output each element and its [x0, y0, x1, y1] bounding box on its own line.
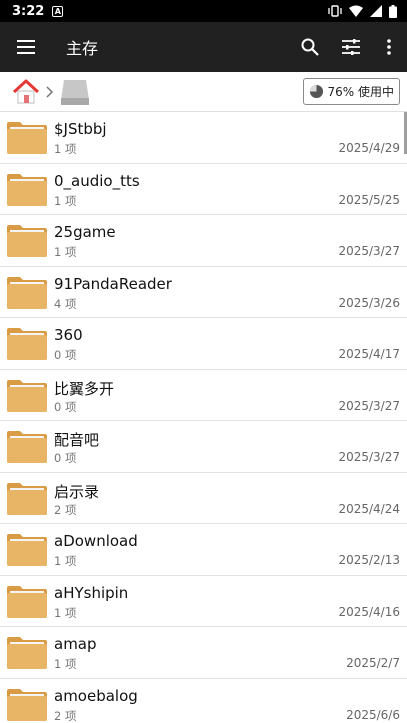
file-list-item[interactable]: 启示录 2 项 2025/4/24: [0, 473, 407, 524]
file-info: 配音吧 0 项 2025/3/27: [54, 421, 407, 472]
file-date: 2025/4/16: [338, 604, 400, 619]
file-name: aHYshipin: [54, 583, 129, 602]
file-date: 2025/4/29: [338, 141, 400, 155]
file-item-count: 1 项: [54, 142, 77, 156]
file-item-count: 0 项: [54, 399, 77, 414]
folder-icon: [6, 376, 48, 414]
hamburger-menu-icon: [17, 40, 35, 54]
file-date: 2025/3/27: [338, 450, 400, 464]
file-list-item[interactable]: aHYshipin 1 项 2025/4/16: [0, 576, 407, 627]
file-item-count: 0 项: [54, 348, 77, 362]
filter-button[interactable]: [330, 22, 371, 72]
wifi-icon: [349, 5, 363, 17]
breadcrumb: 76% 使用中: [0, 72, 407, 112]
file-info: amap 1 项 2025/2/7: [54, 627, 407, 678]
file-list-item[interactable]: aDownload 1 项 2025/2/13: [0, 524, 407, 576]
folder-icon: [6, 221, 48, 259]
folder-icon: [6, 273, 48, 311]
search-icon: [301, 38, 319, 56]
folder-icon: [6, 427, 48, 465]
file-date: 2025/4/24: [338, 501, 400, 516]
file-date: 2025/3/26: [338, 295, 400, 310]
folder-icon: [6, 479, 48, 517]
search-button[interactable]: [289, 22, 330, 72]
chevron-right-icon: [46, 85, 54, 98]
status-time: 3:22: [12, 3, 45, 19]
file-name: aDownload: [54, 532, 138, 550]
file-list-item[interactable]: $JStbbj 1 项 2025/4/29: [0, 112, 407, 164]
file-date: 2025/4/17: [338, 347, 400, 361]
file-info: aHYshipin 1 项 2025/4/16: [54, 576, 407, 627]
storage-usage-button[interactable]: 76% 使用中: [302, 78, 400, 105]
storage-drive-icon[interactable]: [60, 78, 90, 106]
file-info: 360 0 项 2025/4/17: [54, 318, 407, 369]
file-info: 91PandaReader 4 项 2025/3/26: [54, 267, 407, 318]
file-list-item[interactable]: 0_audio_tts 1 项 2025/5/25: [0, 164, 407, 215]
file-item-count: 1 项: [54, 605, 77, 620]
menu-button[interactable]: [0, 40, 52, 54]
file-info: 25game 1 项 2025/3/27: [54, 215, 407, 266]
file-name: $JStbbj: [54, 120, 107, 138]
storage-usage-label: 76% 使用中: [327, 85, 395, 99]
file-item-count: 1 项: [54, 193, 77, 208]
folder-icon: [6, 685, 48, 723]
file-item-count: 1 项: [54, 554, 77, 568]
file-info: 比翼多开 0 项 2025/3/27: [54, 370, 407, 421]
file-date: 2025/5/25: [338, 192, 400, 207]
vibrate-icon: [328, 5, 342, 17]
file-date: 2025/3/27: [338, 398, 400, 413]
tune-icon: [341, 39, 360, 55]
page-title: 主存: [66, 39, 99, 58]
file-info: $JStbbj 1 项 2025/4/29: [54, 112, 407, 163]
folder-icon: [6, 118, 48, 156]
file-name: 360: [54, 326, 83, 344]
file-item-count: 4 项: [54, 296, 77, 311]
file-item-count: 2 项: [54, 502, 77, 517]
file-info: 0_audio_tts 1 项 2025/5/25: [54, 164, 407, 215]
folder-icon: [6, 324, 48, 362]
more-vert-icon: [387, 39, 391, 55]
file-name: 91PandaReader: [54, 274, 172, 293]
file-list-item[interactable]: amoebalog 2 项 2025/6/6: [0, 679, 407, 723]
folder-icon: [6, 582, 48, 620]
top-toolbar: 主存: [0, 22, 407, 72]
file-info: aDownload 1 项 2025/2/13: [54, 524, 407, 575]
file-info: 启示录 2 项 2025/4/24: [54, 473, 407, 524]
file-name: 启示录: [54, 482, 100, 501]
status-bar: 3:22 A: [0, 0, 407, 22]
file-item-count: 0 项: [54, 451, 77, 465]
file-list-item[interactable]: amap 1 项 2025/2/7: [0, 627, 407, 679]
battery-icon: [389, 4, 397, 18]
file-date: 2025/2/13: [338, 553, 400, 567]
file-list-item[interactable]: 91PandaReader 4 项 2025/3/26: [0, 267, 407, 318]
file-date: 2025/3/27: [338, 244, 400, 258]
folder-icon: [6, 170, 48, 208]
file-name: 配音吧: [54, 431, 100, 449]
notification-icon: A: [52, 5, 64, 17]
file-list-item[interactable]: 25game 1 项 2025/3/27: [0, 215, 407, 267]
pie-chart-icon: [309, 84, 323, 99]
file-item-count: 1 项: [54, 657, 77, 671]
file-list-item[interactable]: 360 0 项 2025/4/17: [0, 318, 407, 370]
file-name: 比翼多开: [54, 379, 115, 398]
signal-icon: [370, 5, 382, 17]
file-name: 25game: [54, 223, 116, 241]
file-list-item[interactable]: 比翼多开 0 项 2025/3/27: [0, 370, 407, 421]
file-list: $JStbbj 1 项 2025/4/29 0_audio_tts 1 项 2025/5/…: [0, 112, 407, 723]
file-item-count: 1 项: [54, 245, 77, 259]
folder-icon: [6, 633, 48, 671]
file-date: 2025/6/6: [346, 707, 400, 722]
file-item-count: 2 项: [54, 708, 77, 723]
file-info: amoebalog 2 项 2025/6/6: [54, 679, 407, 723]
file-list-item[interactable]: 配音吧 0 项 2025/3/27: [0, 421, 407, 473]
home-icon[interactable]: [12, 78, 40, 106]
file-name: 0_audio_tts: [54, 171, 140, 190]
file-name: amoebalog: [54, 686, 138, 705]
file-date: 2025/2/7: [346, 656, 400, 670]
folder-icon: [6, 530, 48, 568]
file-name: amap: [54, 635, 97, 653]
overflow-menu-button[interactable]: [371, 22, 407, 72]
